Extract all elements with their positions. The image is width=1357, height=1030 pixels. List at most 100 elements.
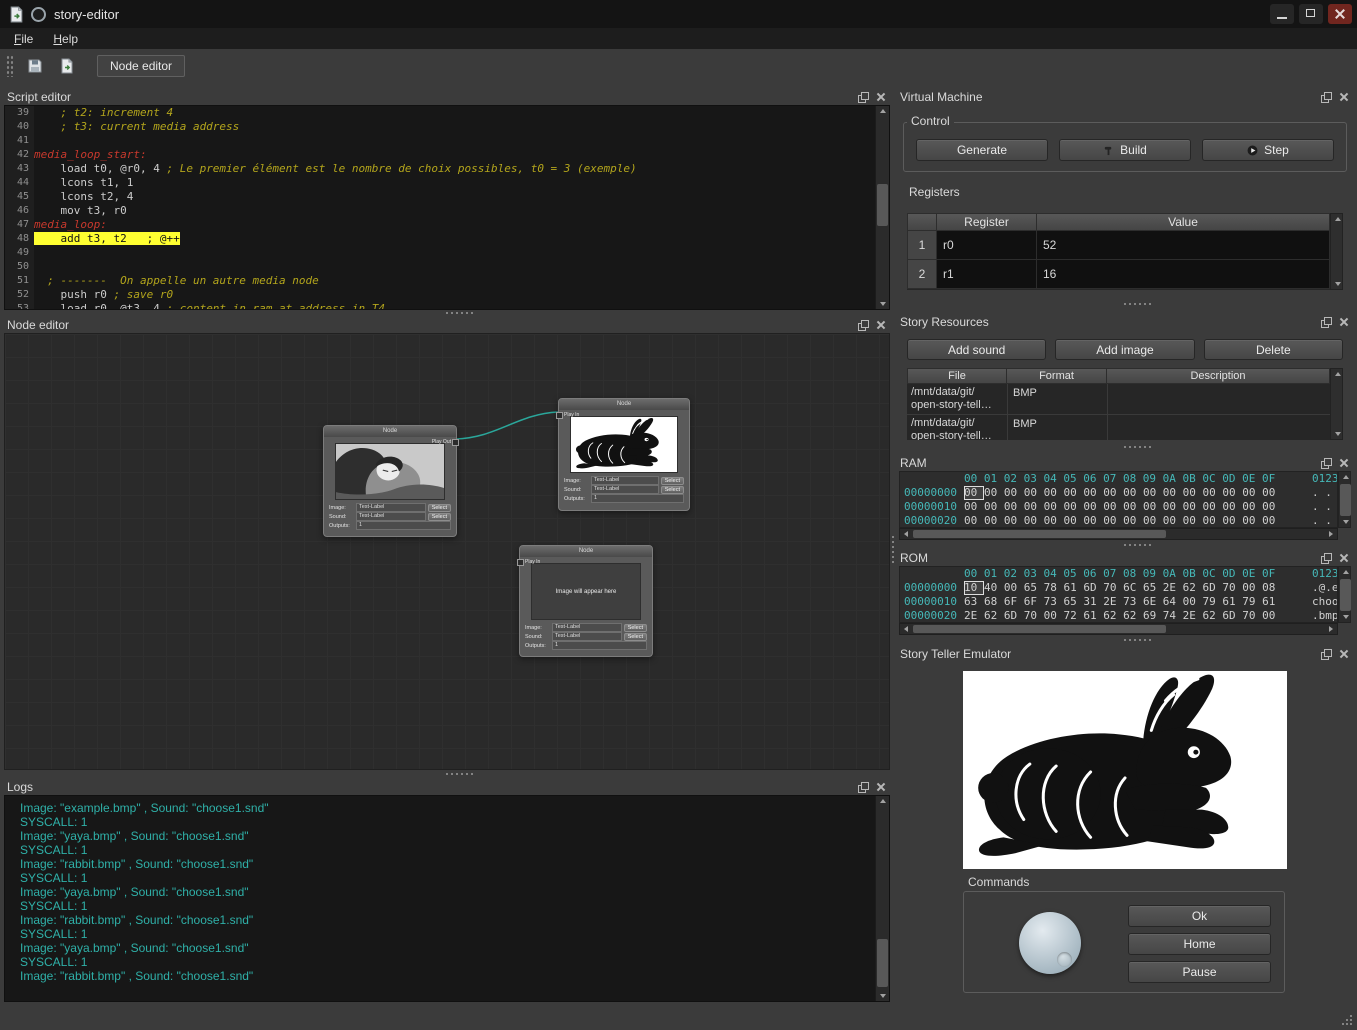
command-knob[interactable] (1019, 912, 1081, 974)
registers-table[interactable]: Register Value 1 r0 52 2 r1 16 (907, 213, 1343, 290)
save-button[interactable] (21, 53, 49, 79)
scrollbar-thumb[interactable] (913, 625, 1166, 633)
select-image-button[interactable]: Select (624, 624, 647, 632)
float-panel-icon[interactable] (857, 319, 869, 331)
splitter-handle[interactable] (897, 443, 1353, 451)
float-panel-icon[interactable] (857, 781, 869, 793)
resources-scrollbar[interactable] (1330, 368, 1343, 440)
register-name[interactable]: r1 (937, 260, 1037, 289)
step-button[interactable]: Step (1202, 139, 1334, 161)
generate-button[interactable]: Generate (916, 139, 1048, 161)
scroll-up-icon[interactable] (876, 106, 889, 117)
hex-bytes[interactable]: 00 00 00 00 00 00 00 00 00 00 00 00 00 0… (984, 500, 1275, 514)
hex-row[interactable]: 00000000 10 40 00 65 78 61 6D 70 6C 65 2… (900, 581, 1337, 595)
format-column-header[interactable]: Format (1007, 368, 1107, 384)
scrollbar-thumb[interactable] (1340, 579, 1351, 611)
resource-format[interactable]: BMP (1007, 415, 1107, 440)
select-image-button[interactable]: Select (428, 504, 451, 512)
ram-hex-view[interactable]: 00 01 02 03 04 05 06 07 08 09 0A 0B 0C 0… (899, 471, 1338, 528)
description-column-header[interactable]: Description (1107, 368, 1330, 384)
hex-byte-selected[interactable]: 00 (964, 486, 984, 500)
close-panel-icon[interactable] (1338, 457, 1350, 469)
float-panel-icon[interactable] (1320, 457, 1332, 469)
node-connection[interactable] (455, 412, 558, 439)
value-column-header[interactable]: Value (1037, 213, 1330, 231)
hex-row[interactable]: 00000010 00 00 00 00 00 00 00 00 00 00 0… (900, 500, 1337, 514)
float-panel-icon[interactable] (1320, 91, 1332, 103)
close-panel-icon[interactable] (1338, 316, 1350, 328)
export-button[interactable] (53, 53, 81, 79)
register-row[interactable]: 2 r1 16 (907, 260, 1343, 289)
menu-help[interactable]: Help (53, 32, 78, 46)
ram-vertical-scrollbar[interactable] (1338, 471, 1351, 528)
close-panel-icon[interactable] (1338, 91, 1350, 103)
hex-byte-selected[interactable]: 2E (964, 609, 984, 623)
scroll-up-icon[interactable] (1331, 369, 1343, 380)
scroll-up-icon[interactable] (876, 796, 889, 807)
select-sound-button[interactable]: Select (661, 486, 684, 494)
node-input-port[interactable] (556, 412, 563, 419)
minimize-button[interactable] (1270, 4, 1294, 24)
select-image-button[interactable]: Select (661, 477, 684, 485)
float-panel-icon[interactable] (1320, 316, 1332, 328)
media-node-1[interactable]: Node Play Out Image:Test-LabelSelect Sou… (323, 425, 457, 537)
scrollbar-thumb[interactable] (877, 184, 888, 226)
logs-scrollbar[interactable] (875, 796, 889, 1001)
hex-byte-selected[interactable]: 10 (964, 581, 984, 595)
resource-row[interactable]: /mnt/data/git/open-story-tell… BMP (907, 384, 1343, 415)
resource-description[interactable] (1107, 384, 1330, 414)
add-sound-button[interactable]: Add sound (907, 339, 1046, 360)
float-panel-icon[interactable] (1320, 552, 1332, 564)
scrollbar-thumb[interactable] (877, 939, 888, 987)
hex-bytes[interactable]: 68 6F 6F 73 65 31 2E 73 6E 64 00 79 61 7… (984, 595, 1275, 609)
scrollbar-thumb[interactable] (1340, 484, 1351, 516)
close-panel-icon[interactable] (1338, 552, 1350, 564)
hex-byte-selected[interactable]: 00 (964, 500, 984, 514)
hex-row[interactable]: 00000010 63 68 6F 6F 73 65 31 2E 73 6E 6… (900, 595, 1337, 609)
scroll-down-icon[interactable] (1339, 611, 1352, 622)
scroll-up-icon[interactable] (1331, 214, 1344, 225)
scroll-up-icon[interactable] (1339, 567, 1352, 578)
splitter-handle[interactable] (897, 541, 1353, 548)
rom-hex-view[interactable]: 00 01 02 03 04 05 06 07 08 09 0A 0B 0C 0… (899, 566, 1338, 623)
scrollbar-thumb[interactable] (913, 530, 1166, 538)
scroll-down-icon[interactable] (1339, 516, 1352, 527)
hex-byte-selected[interactable]: 00 (964, 514, 984, 528)
node-title[interactable]: Node (520, 546, 652, 557)
resource-format[interactable]: BMP (1007, 384, 1107, 414)
scroll-left-icon[interactable] (900, 624, 912, 634)
logs-view[interactable]: Image: "example.bmp" , Sound: "choose1.s… (4, 795, 890, 1002)
build-button[interactable]: Build (1059, 139, 1191, 161)
resource-file[interactable]: /mnt/data/git/open-story-tell… (907, 415, 1007, 440)
node-title[interactable]: Node (559, 399, 689, 410)
register-name[interactable]: r0 (937, 231, 1037, 260)
scroll-left-icon[interactable] (900, 529, 912, 539)
close-panel-icon[interactable] (875, 781, 887, 793)
float-panel-icon[interactable] (1320, 648, 1332, 660)
window-resize-grip[interactable] (1350, 1023, 1352, 1025)
hex-row[interactable]: 00000000 00 00 00 00 00 00 00 00 00 00 0… (900, 486, 1337, 500)
hex-row[interactable]: 00000020 2E 62 6D 70 00 72 61 62 62 69 7… (900, 609, 1337, 623)
hex-byte-selected[interactable]: 63 (964, 595, 984, 609)
file-column-header[interactable]: File (907, 368, 1007, 384)
select-sound-button[interactable]: Select (428, 513, 451, 521)
node-editor-toggle-button[interactable]: Node editor (97, 55, 185, 77)
scroll-right-icon[interactable] (1325, 529, 1337, 539)
scroll-down-icon[interactable] (1331, 278, 1344, 289)
close-panel-icon[interactable] (875, 91, 887, 103)
register-column-header[interactable]: Register (937, 213, 1037, 231)
splitter-handle[interactable] (897, 636, 1353, 644)
splitter-handle[interactable] (897, 300, 1353, 308)
registers-scrollbar[interactable] (1330, 213, 1343, 290)
node-output-port[interactable] (452, 439, 459, 446)
ok-button[interactable]: Ok (1128, 905, 1271, 927)
resource-description[interactable] (1107, 415, 1330, 440)
column-splitter[interactable] (889, 88, 897, 1002)
home-button[interactable]: Home (1128, 933, 1271, 955)
hex-bytes[interactable]: 00 00 00 00 00 00 00 00 00 00 00 00 00 0… (984, 486, 1275, 500)
close-panel-icon[interactable] (1338, 648, 1350, 660)
add-image-button[interactable]: Add image (1055, 339, 1194, 360)
toolbar-grip[interactable] (6, 55, 13, 77)
pause-button[interactable]: Pause (1128, 961, 1271, 983)
node-input-port[interactable] (517, 559, 524, 566)
